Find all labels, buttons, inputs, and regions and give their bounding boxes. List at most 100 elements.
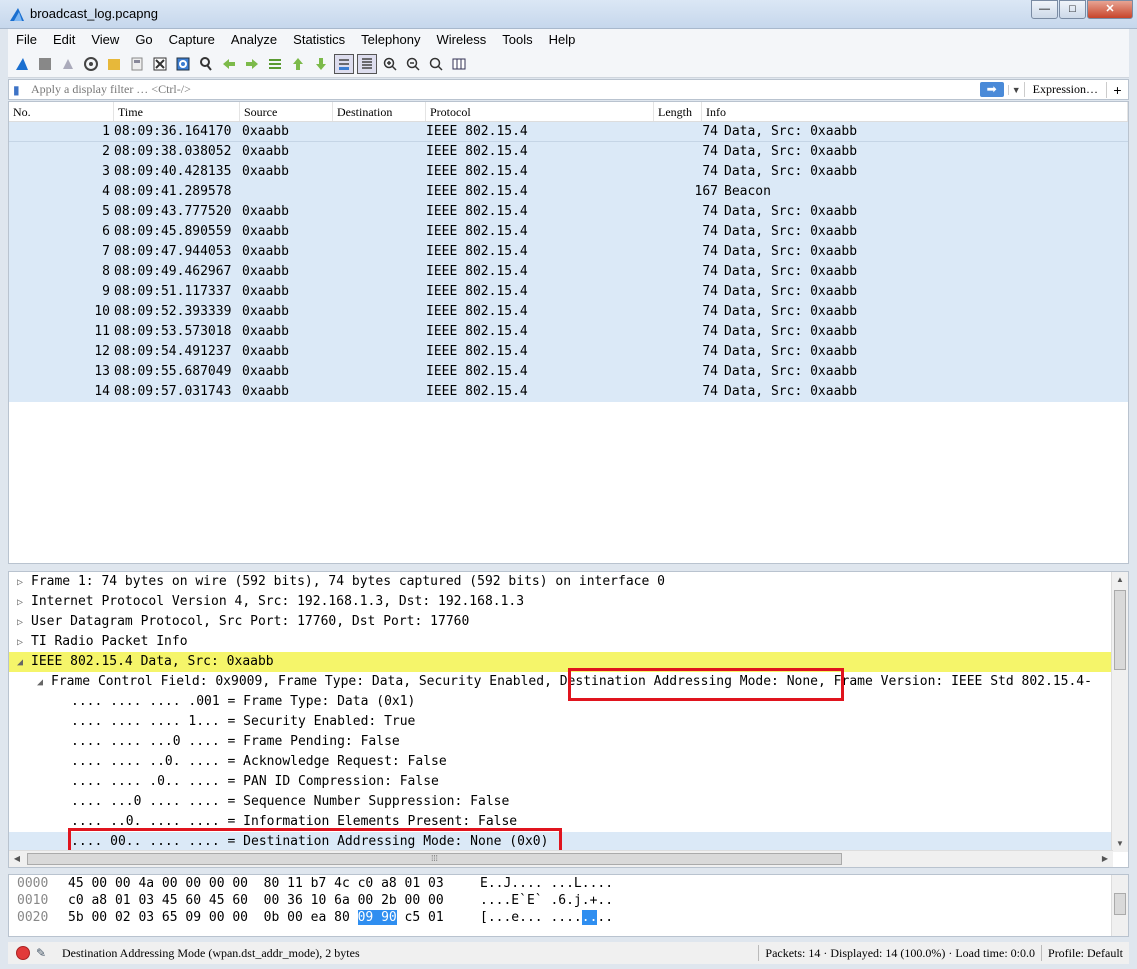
bytes-vertical-scrollbar[interactable] xyxy=(1111,875,1128,936)
zoom-in-icon[interactable] xyxy=(380,54,400,74)
packet-cell-proto: IEEE 802.15.4 xyxy=(426,324,528,339)
packet-cell-len: 167 xyxy=(694,184,718,199)
packet-row[interactable]: 11 08:09:53.573018 0xaabb IEEE 802.15.4 74 Da… xyxy=(9,322,1128,342)
packet-cell-time: 08:09:57.031743 xyxy=(114,384,232,399)
open-icon[interactable] xyxy=(104,54,124,74)
display-filter-input[interactable]: Apply a display filter … <Ctrl-/> xyxy=(31,82,980,97)
last-icon[interactable] xyxy=(311,54,331,74)
stop-icon[interactable] xyxy=(35,54,55,74)
collapsed-arrow-icon[interactable]: ▷ xyxy=(13,573,27,592)
collapsed-arrow-icon[interactable]: ▷ xyxy=(13,633,27,652)
column-header-length[interactable]: Length xyxy=(654,102,702,121)
bookmark-icon[interactable]: ▮ xyxy=(13,83,27,97)
menu-capture[interactable]: Capture xyxy=(161,32,223,47)
detail-tree-row[interactable]: .... ...0 .... .... = Sequence Number Su… xyxy=(9,792,1113,812)
save-icon[interactable] xyxy=(127,54,147,74)
detail-tree-row[interactable]: .... .... .... .001 = Frame Type: Data (… xyxy=(9,692,1113,712)
detail-tree-row[interactable]: ◢ Frame Control Field: 0x9009, Frame Type… xyxy=(9,672,1113,692)
detail-tree-row[interactable]: ◢ IEEE 802.15.4 Data, Src: 0xaabb xyxy=(9,652,1113,672)
menu-analyze[interactable]: Analyze xyxy=(223,32,285,47)
detail-tree-row[interactable]: ▷ Internet Protocol Version 4, Src: 192.1… xyxy=(9,592,1113,612)
packet-row[interactable]: 1 08:09:36.164170 0xaabb IEEE 802.15.4 74 Dat… xyxy=(9,122,1128,142)
packet-row[interactable]: 14 08:09:57.031743 0xaabb IEEE 802.15.4 74 Da… xyxy=(9,382,1128,402)
scroll-down-icon[interactable]: ▼ xyxy=(1112,836,1128,852)
menu-statistics[interactable]: Statistics xyxy=(285,32,353,47)
packet-row[interactable]: 13 08:09:55.687049 0xaabb IEEE 802.15.4 74 Da… xyxy=(9,362,1128,382)
menu-help[interactable]: Help xyxy=(541,32,584,47)
column-header-source[interactable]: Source xyxy=(240,102,333,121)
bytes-row[interactable]: 0010 c0 a8 01 03 45 60 45 60 00 36 10 6a… xyxy=(9,892,1128,909)
menu-tools[interactable]: Tools xyxy=(494,32,540,47)
close-file-icon[interactable] xyxy=(150,54,170,74)
packet-row[interactable]: 6 08:09:45.890559 0xaabb IEEE 802.15.4 74 Dat… xyxy=(9,222,1128,242)
edit-comment-icon[interactable]: ✎ xyxy=(36,946,52,961)
expanded-arrow-icon[interactable]: ◢ xyxy=(13,653,27,672)
menu-telephony[interactable]: Telephony xyxy=(353,32,428,47)
menu-wireless[interactable]: Wireless xyxy=(428,32,494,47)
zoom-reset-icon[interactable] xyxy=(426,54,446,74)
scrollbar-thumb[interactable]: ⁞⁞⁞ xyxy=(27,853,842,865)
packet-row[interactable]: 7 08:09:47.944053 0xaabb IEEE 802.15.4 74 Dat… xyxy=(9,242,1128,262)
detail-tree-row[interactable]: ▷ TI Radio Packet Info xyxy=(9,632,1113,652)
bytes-row[interactable]: 0020 5b 00 02 03 65 09 00 00 0b 00 ea 80… xyxy=(9,909,1128,926)
column-header-time[interactable]: Time xyxy=(114,102,240,121)
chevron-down-icon[interactable]: ▼ xyxy=(1007,84,1024,95)
column-header-no[interactable]: No. xyxy=(9,102,114,121)
packet-row[interactable]: 9 08:09:51.117337 0xaabb IEEE 802.15.4 74 Dat… xyxy=(9,282,1128,302)
zoom-out-icon[interactable] xyxy=(403,54,423,74)
column-header-destination[interactable]: Destination xyxy=(333,102,426,121)
first-icon[interactable] xyxy=(288,54,308,74)
packet-row[interactable]: 3 08:09:40.428135 0xaabb IEEE 802.15.4 74 Dat… xyxy=(9,162,1128,182)
menu-go[interactable]: Go xyxy=(127,32,160,47)
add-filter-button[interactable]: + xyxy=(1106,81,1128,98)
maximize-button[interactable]: □ xyxy=(1059,0,1086,19)
packet-row[interactable]: 10 08:09:52.393339 0xaabb IEEE 802.15.4 74 Da… xyxy=(9,302,1128,322)
resize-columns-icon[interactable] xyxy=(449,54,469,74)
autoscroll-icon[interactable] xyxy=(334,53,354,74)
scroll-right-icon[interactable]: ▶ xyxy=(1097,851,1113,867)
column-header-protocol[interactable]: Protocol xyxy=(426,102,654,121)
menu-file[interactable]: File xyxy=(8,32,45,47)
expanded-arrow-icon[interactable]: ◢ xyxy=(33,673,47,692)
minimize-button[interactable]: — xyxy=(1031,0,1058,19)
close-button[interactable]: ✕ xyxy=(1087,0,1133,19)
detail-tree-row[interactable]: ▷ User Datagram Protocol, Src Port: 17760… xyxy=(9,612,1113,632)
detail-tree-row[interactable]: .... .... ..0. .... = Acknowledge Reques… xyxy=(9,752,1113,772)
details-vertical-scrollbar[interactable]: ▲ ▼ xyxy=(1111,572,1128,852)
restart-icon[interactable] xyxy=(58,54,78,74)
packet-cell-time: 08:09:41.289578 xyxy=(114,184,232,199)
main-toolbar xyxy=(8,50,1129,78)
expression-button[interactable]: Expression… xyxy=(1023,82,1106,97)
detail-tree-row[interactable]: .... .... .... 1... = Security Enabled: … xyxy=(9,712,1113,732)
packet-row[interactable]: 12 08:09:54.491237 0xaabb IEEE 802.15.4 74 Da… xyxy=(9,342,1128,362)
back-icon[interactable] xyxy=(219,54,239,74)
reload-icon[interactable] xyxy=(173,54,193,74)
capture-status-icon[interactable] xyxy=(16,946,30,960)
shark-start-icon[interactable] xyxy=(12,54,32,74)
packet-row[interactable]: 4 08:09:41.289578 IEEE 802.15.4 167 Beacon xyxy=(9,182,1128,202)
apply-filter-arrow-icon[interactable]: ➡ xyxy=(979,82,1004,97)
packet-row[interactable]: 5 08:09:43.777520 0xaabb IEEE 802.15.4 74 Dat… xyxy=(9,202,1128,222)
scrollbar-thumb[interactable] xyxy=(1114,893,1126,915)
detail-tree-row[interactable]: .... .... .0.. .... = PAN ID Compression… xyxy=(9,772,1113,792)
packet-row[interactable]: 8 08:09:49.462967 0xaabb IEEE 802.15.4 74 Dat… xyxy=(9,262,1128,282)
scroll-left-icon[interactable]: ◀ xyxy=(9,851,25,867)
collapsed-arrow-icon[interactable]: ▷ xyxy=(13,593,27,612)
forward-icon[interactable] xyxy=(242,54,262,74)
menu-edit[interactable]: Edit xyxy=(45,32,83,47)
goto-icon[interactable] xyxy=(265,54,285,74)
scroll-up-icon[interactable]: ▲ xyxy=(1112,572,1128,588)
bytes-row[interactable]: 0000 45 00 00 4a 00 00 00 00 80 11 b7 4c… xyxy=(9,875,1128,892)
detail-tree-row[interactable]: ▷ Frame 1: 74 bytes on wire (592 bits), 7… xyxy=(9,572,1113,592)
details-horizontal-scrollbar[interactable]: ◀ ⁞⁞⁞ ▶ xyxy=(9,850,1113,867)
profile-label[interactable]: Profile: Default xyxy=(1048,946,1129,961)
menu-view[interactable]: View xyxy=(83,32,127,47)
find-icon[interactable] xyxy=(196,54,216,74)
colorize-icon[interactable] xyxy=(357,53,377,74)
detail-tree-row[interactable]: .... .... ...0 .... = Frame Pending: Fal… xyxy=(9,732,1113,752)
packet-row[interactable]: 2 08:09:38.038052 0xaabb IEEE 802.15.4 74 Dat… xyxy=(9,142,1128,162)
collapsed-arrow-icon[interactable]: ▷ xyxy=(13,613,27,632)
scrollbar-thumb[interactable] xyxy=(1114,590,1126,670)
column-header-info[interactable]: Info xyxy=(702,102,1128,121)
options-icon[interactable] xyxy=(81,54,101,74)
